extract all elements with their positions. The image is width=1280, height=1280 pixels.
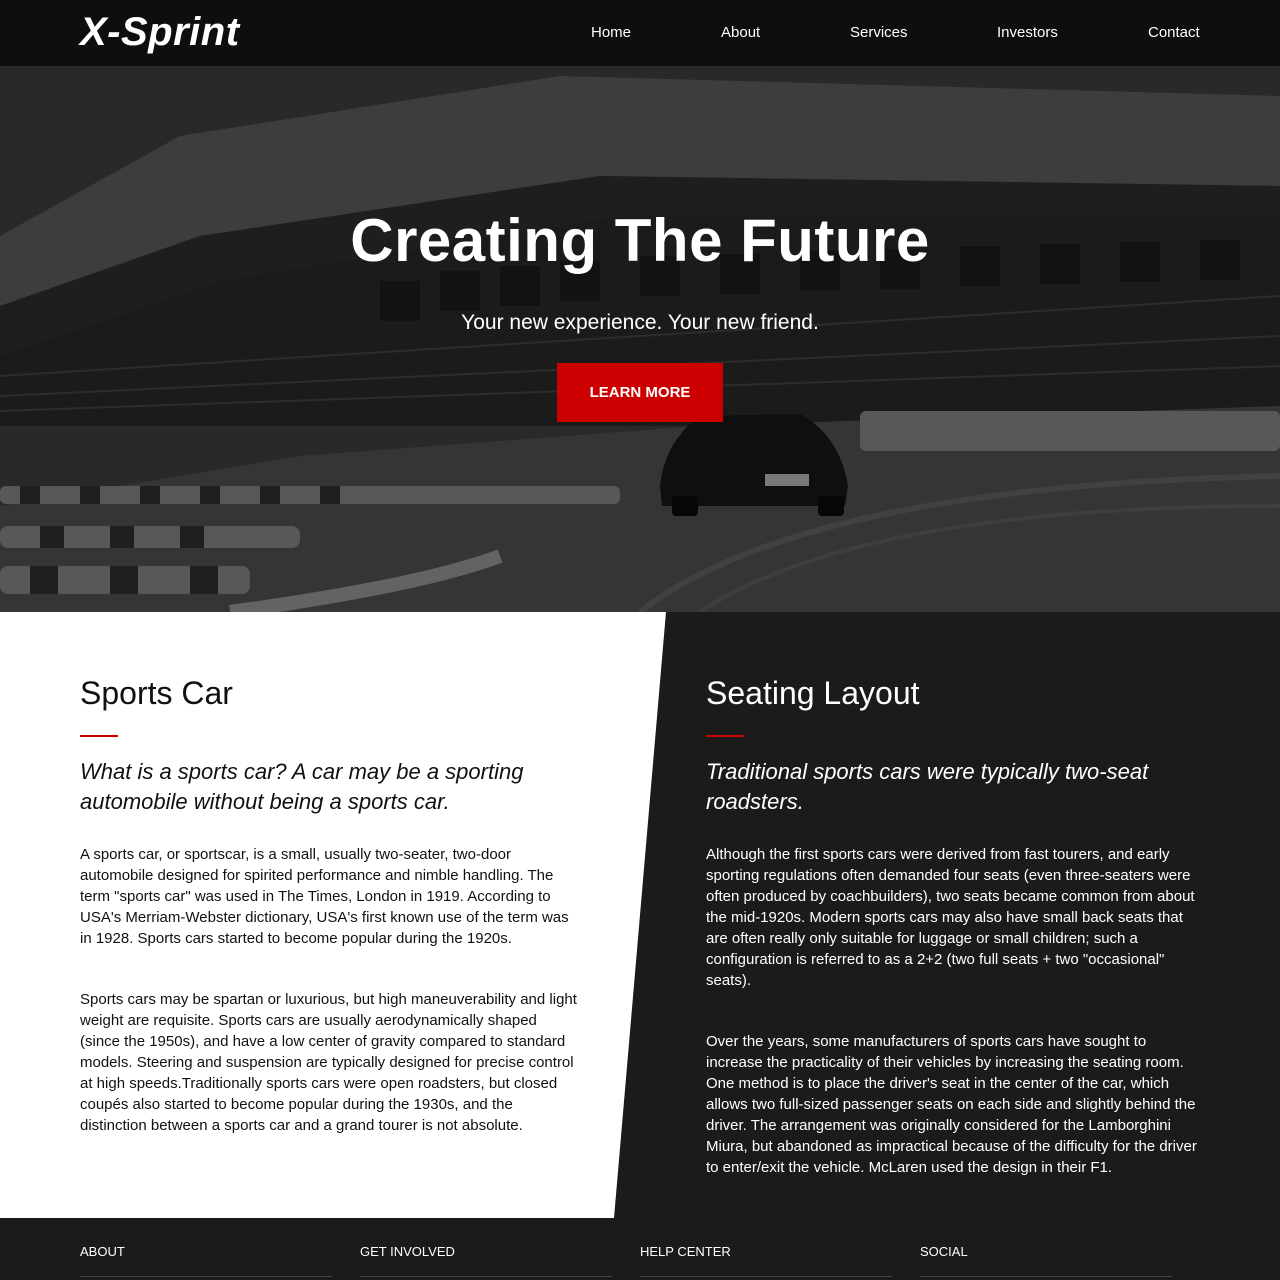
footer-divider: [920, 1276, 1172, 1277]
heading-divider: [706, 735, 744, 737]
footer-divider: [80, 1276, 332, 1277]
brand-logo[interactable]: X-Sprint: [80, 10, 240, 55]
footer-heading-about[interactable]: ABOUT: [80, 1244, 125, 1259]
nav-services-link[interactable]: Services: [850, 24, 908, 41]
sports-car-paragraph-2: Sports cars may be spartan or luxurious,…: [80, 991, 577, 1134]
seating-layout-heading: Seating Layout: [706, 675, 920, 711]
footer-heading-help-center[interactable]: HELP CENTER: [640, 1244, 731, 1259]
seating-layout-lead: Traditional sports cars were typically t…: [706, 759, 1149, 814]
nav-about-link[interactable]: About: [721, 24, 760, 41]
seating-layout-paragraph-1: Although the first sports cars were deri…: [706, 846, 1195, 989]
hero-section: Creating The Future Your new experience.…: [0, 66, 1280, 612]
site-footer: ABOUT GET INVOLVED HELP CENTER SOCIAL: [0, 1218, 1280, 1280]
hero-overlay: [0, 66, 1280, 612]
footer-divider: [360, 1276, 612, 1277]
sports-car-lead: What is a sports car? A car may be a spo…: [80, 759, 524, 814]
nav-investors-link[interactable]: Investors: [997, 24, 1058, 41]
learn-more-button[interactable]: LEARN MORE: [557, 363, 723, 422]
footer-divider: [640, 1276, 892, 1277]
site-header: X-Sprint Home About Services Investors C…: [0, 0, 1280, 66]
sports-car-paragraph-1: A sports car, or sportscar, is a small, …: [80, 846, 569, 947]
hero-subtitle: Your new experience. Your new friend.: [461, 311, 819, 334]
footer-heading-get-involved[interactable]: GET INVOLVED: [360, 1244, 455, 1259]
content-section: Sports Car What is a sports car? A car m…: [0, 612, 1280, 1218]
footer-heading-social[interactable]: SOCIAL: [920, 1244, 968, 1259]
nav-contact-link[interactable]: Contact: [1148, 24, 1200, 41]
nav-home-link[interactable]: Home: [591, 24, 631, 41]
seating-layout-paragraph-2: Over the years, some manufacturers of sp…: [706, 1033, 1197, 1176]
sports-car-heading: Sports Car: [80, 675, 233, 711]
heading-divider: [80, 735, 118, 737]
hero-title: Creating The Future: [350, 207, 930, 274]
